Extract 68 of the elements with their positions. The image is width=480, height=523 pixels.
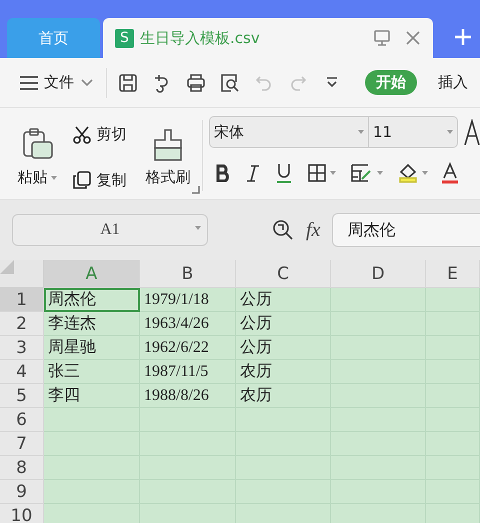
chevron-icon[interactable] [80,78,94,88]
caret-icon[interactable] [330,171,336,175]
fill-bucket-icon[interactable] [397,162,419,184]
table-cell: 李连杰 [44,312,140,336]
formula-field[interactable]: 周杰伦 [332,213,480,247]
table-cell: 1962/6/22 [140,336,236,360]
menu-icon[interactable] [20,76,38,90]
italic-icon[interactable] [245,164,261,182]
file-menu[interactable]: 文件 [20,73,94,92]
column-header[interactable]: E [426,260,480,288]
close-icon[interactable] [405,30,421,46]
row-header[interactable]: 1 [0,288,44,312]
row-header[interactable]: 3 [0,336,44,360]
print-icon[interactable] [185,72,207,94]
function-button[interactable]: fx [306,218,320,242]
table-cell: 农历 [236,384,331,408]
table-cell: 李四 [44,384,140,408]
table-cell: 周星驰 [44,336,140,360]
table-cell: 公历 [236,288,331,312]
table-cell: 张三 [44,360,140,384]
preview-icon[interactable] [219,72,241,94]
caret-icon[interactable] [377,171,383,175]
row-header[interactable]: 10 [0,504,44,523]
table-cell: 周杰伦 [44,288,140,312]
copy-icon [72,170,92,190]
table-cell: 农历 [236,360,331,384]
row-header[interactable]: 7 [0,432,44,456]
table-cell: 1963/4/26 [140,312,236,336]
monitor-icon[interactable] [373,29,391,47]
font-color-icon[interactable] [442,162,458,184]
row-header[interactable]: 4 [0,360,44,384]
row-header[interactable]: 9 [0,480,44,504]
cut-button[interactable]: 剪切 [72,124,130,145]
font-size-select[interactable]: 11 [373,123,392,141]
row-header[interactable]: 5 [0,384,44,408]
row-header[interactable]: 8 [0,456,44,480]
borders-icon[interactable] [307,163,327,183]
ribbon-tab[interactable]: 插入 [427,70,479,95]
bold-icon[interactable] [215,164,231,182]
column-header[interactable]: C [236,260,331,288]
column-header[interactable]: D [331,260,426,288]
name-box[interactable]: A1 [12,214,208,246]
tab-title: 生日导入模板.csv [140,28,261,48]
column-header[interactable]: B [140,260,236,288]
paste-button[interactable]: 粘贴 [16,128,58,187]
paste-label: 粘贴 [18,168,48,187]
copy-button[interactable]: 复制 [72,170,130,190]
font-family-select[interactable]: 宋体 [214,122,244,142]
plus-icon[interactable] [454,28,472,46]
caret-icon[interactable] [50,176,57,180]
caret-icon[interactable] [422,171,428,175]
spreadsheet-badge: S [115,28,134,48]
underline-icon[interactable] [275,162,293,184]
row-header[interactable]: 6 [0,408,44,432]
save-icon[interactable] [117,72,139,94]
empty-cell [426,288,480,312]
clipboard-icon [20,128,54,162]
dialog-launcher-icon[interactable] [192,186,200,194]
scissors-icon [72,124,92,145]
format-painter-button[interactable]: 格式刷 [144,128,192,187]
table-cell: 1988/8/26 [140,384,236,408]
table-cell: 1979/1/18 [140,288,236,312]
zoom-icon[interactable] [272,219,294,241]
table-cell: 公历 [236,336,331,360]
row-header[interactable]: 2 [0,312,44,336]
font-grow-icon[interactable] [464,119,480,145]
table-cell: 1987/11/5 [140,360,236,384]
table-cell: 公历 [236,312,331,336]
